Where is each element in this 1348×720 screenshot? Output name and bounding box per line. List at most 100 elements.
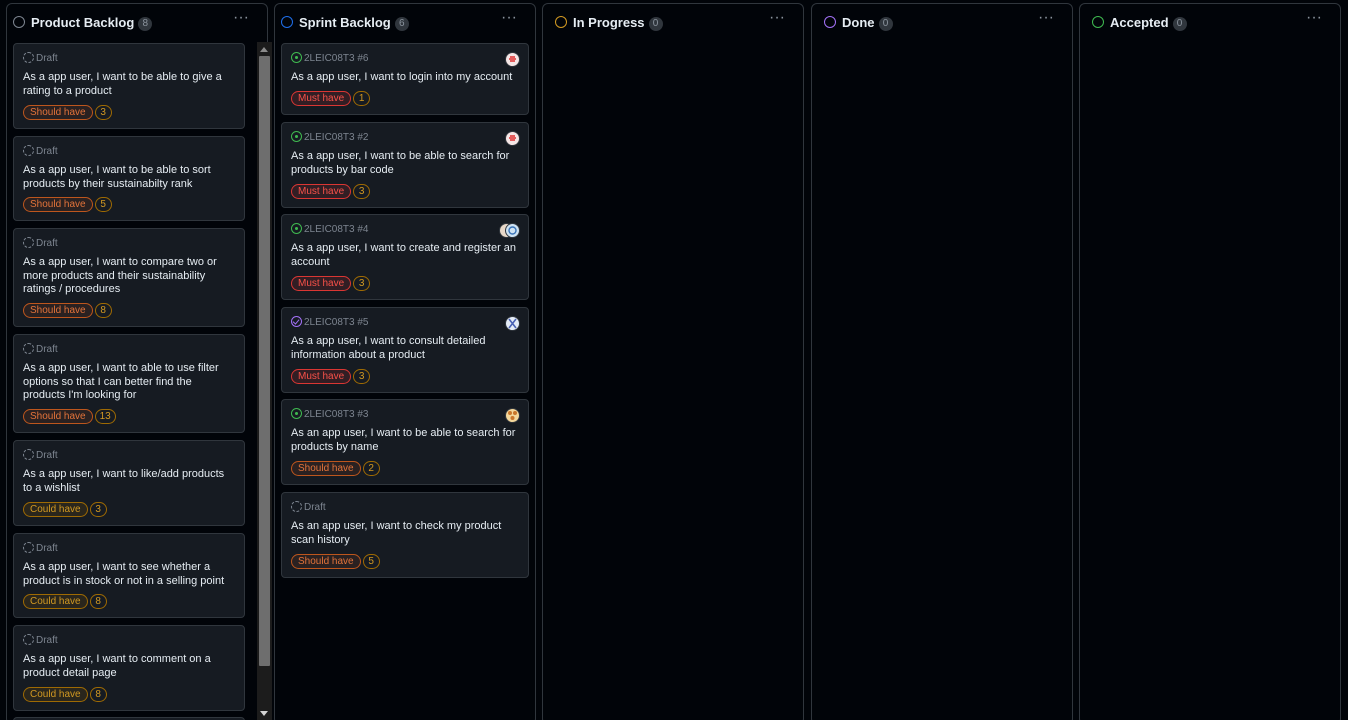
card-title[interactable]: As a app user, I want to be able to sear… [291,150,520,177]
column-count-badge: 0 [878,17,893,31]
avatar[interactable] [505,131,520,146]
status-circle-icon [824,16,836,28]
priority-label: Must have [291,276,352,291]
card-title[interactable]: As a app user, I want to see whether a p… [23,561,236,588]
card-title[interactable]: As a app user, I want to consult detaile… [291,335,520,362]
card[interactable]: Draft As a app user, I want to be able t… [13,136,245,221]
card-meta: Draft [291,501,326,515]
avatar[interactable] [505,52,520,67]
column-menu-icon[interactable]: ··· [769,10,785,26]
open-issue-icon [291,131,302,142]
estimate-badge: 3 [94,105,112,120]
status-circle-icon [555,16,567,28]
priority-label: Could have [23,594,88,609]
priority-label: Must have [291,91,352,106]
status-circle-icon [1092,16,1104,28]
column-header: Accepted 0 ··· [1080,4,1340,40]
column-title: Product Backlog 8 [31,15,153,31]
open-issue-icon [291,223,302,234]
card[interactable]: Draft As a app user, I want to able to u… [13,334,245,433]
draft-icon [23,237,34,248]
card-title[interactable]: As an app user, I want to be able to sea… [291,427,520,454]
status-circle-icon [13,16,25,28]
card-title[interactable]: As a app user, I want to like/add produc… [23,468,236,495]
estimate-badge: 3 [89,502,107,517]
avatar[interactable] [505,223,520,238]
priority-label: Should have [23,197,93,212]
estimate-badge: 5 [362,554,380,569]
card-title[interactable]: As a app user, I want to login into my a… [291,71,520,85]
column-header: In Progress 0 ··· [543,4,803,40]
scroll-thumb[interactable] [259,56,270,666]
card[interactable]: 2LEIC08T3 #6 As a app user, I want to lo… [281,43,529,115]
column-count-badge: 6 [394,17,409,31]
card[interactable]: Draft As an app user, I want to check my… [281,492,529,578]
card[interactable]: 2LEIC08T3 #4 As a app user, I want to cr… [281,214,529,300]
avatar[interactable] [505,408,520,423]
column-header: Done 0 ··· [812,4,1072,40]
card[interactable]: 2LEIC08T3 #3 As an app user, I want to b… [281,399,529,485]
status-circle-icon [281,16,293,28]
priority-label: Should have [23,409,93,424]
priority-label: Could have [23,687,88,702]
estimate-badge: 8 [94,303,112,318]
card[interactable]: 2LEIC08T3 #5 As a app user, I want to co… [281,307,529,393]
avatar[interactable] [505,316,520,331]
open-issue-icon [291,408,302,419]
draft-icon [23,145,34,156]
card-title[interactable]: As an app user, I want to check my produ… [291,520,520,547]
priority-label: Could have [23,502,88,517]
priority-label: Should have [291,461,361,476]
column-menu-icon[interactable]: ··· [1038,10,1054,26]
draft-icon [23,634,34,645]
draft-icon [23,449,34,460]
column-menu-icon[interactable]: ··· [501,10,517,26]
card[interactable]: Draft As a app user, I want to comment o… [13,625,245,711]
card[interactable]: Draft As a app user, I want to see wheth… [13,533,245,618]
column-accepted: Accepted 0 ··· [1079,3,1341,720]
card-meta: 2LEIC08T3 #2 [291,131,369,145]
card[interactable]: Draft As a app user, I want to be able t… [13,43,245,129]
estimate-badge: 1 [353,91,371,106]
column-header: Product Backlog 8 ··· [7,4,267,40]
column-scrollbar[interactable] [257,42,272,720]
column-title: Accepted 0 [1110,15,1187,31]
card-title[interactable]: As a app user, I want to be able to give… [23,71,236,98]
column-product-backlog: Product Backlog 8 ··· Draft As a app user… [6,3,272,720]
card-title[interactable]: As a app user, I want to create and regi… [291,242,520,269]
priority-label: Should have [23,105,93,120]
column-title: Done 0 [842,15,893,31]
card[interactable]: Draft As a app user, I want to compare t… [13,228,245,327]
card-meta: Draft [23,542,58,556]
estimate-badge: 3 [353,184,371,199]
column-done: Done 0 ··· [811,3,1073,720]
estimate-badge: 13 [94,409,116,424]
scroll-down-arrow-icon[interactable] [260,711,268,716]
draft-icon [291,501,302,512]
closed-issue-icon [291,316,302,327]
column-header: Sprint Backlog 6 ··· [275,4,535,40]
column-count-badge: 8 [138,17,153,31]
draft-icon [23,343,34,354]
card[interactable]: Draft As a app user, I want to like/add … [13,440,245,526]
draft-icon [23,542,34,553]
column-menu-icon[interactable]: ··· [233,10,249,26]
card-meta: Draft [23,145,58,159]
draft-icon [23,52,34,63]
card-title[interactable]: As a app user, I want to able to use fil… [23,362,236,403]
card[interactable]: 2LEIC08T3 #2 As a app user, I want to be… [281,122,529,208]
priority-label: Must have [291,184,352,199]
scroll-up-arrow-icon[interactable] [260,47,268,52]
priority-label: Should have [291,554,361,569]
card-meta: Draft [23,343,58,357]
card-meta: Draft [23,52,58,66]
card-title[interactable]: As a app user, I want to be able to sort… [23,164,236,191]
column-title: Sprint Backlog 6 [299,15,409,31]
column-menu-icon[interactable]: ··· [1306,10,1322,26]
card-title[interactable]: As a app user, I want to compare two or … [23,256,236,297]
column-sprint-backlog: Sprint Backlog 6 ··· 2LEIC08T3 #6 As a ap… [274,3,536,720]
card-title[interactable]: As a app user, I want to comment on a pr… [23,653,236,680]
estimate-badge: 5 [94,197,112,212]
card-meta: Draft [23,634,58,648]
column-count-badge: 0 [648,17,663,31]
